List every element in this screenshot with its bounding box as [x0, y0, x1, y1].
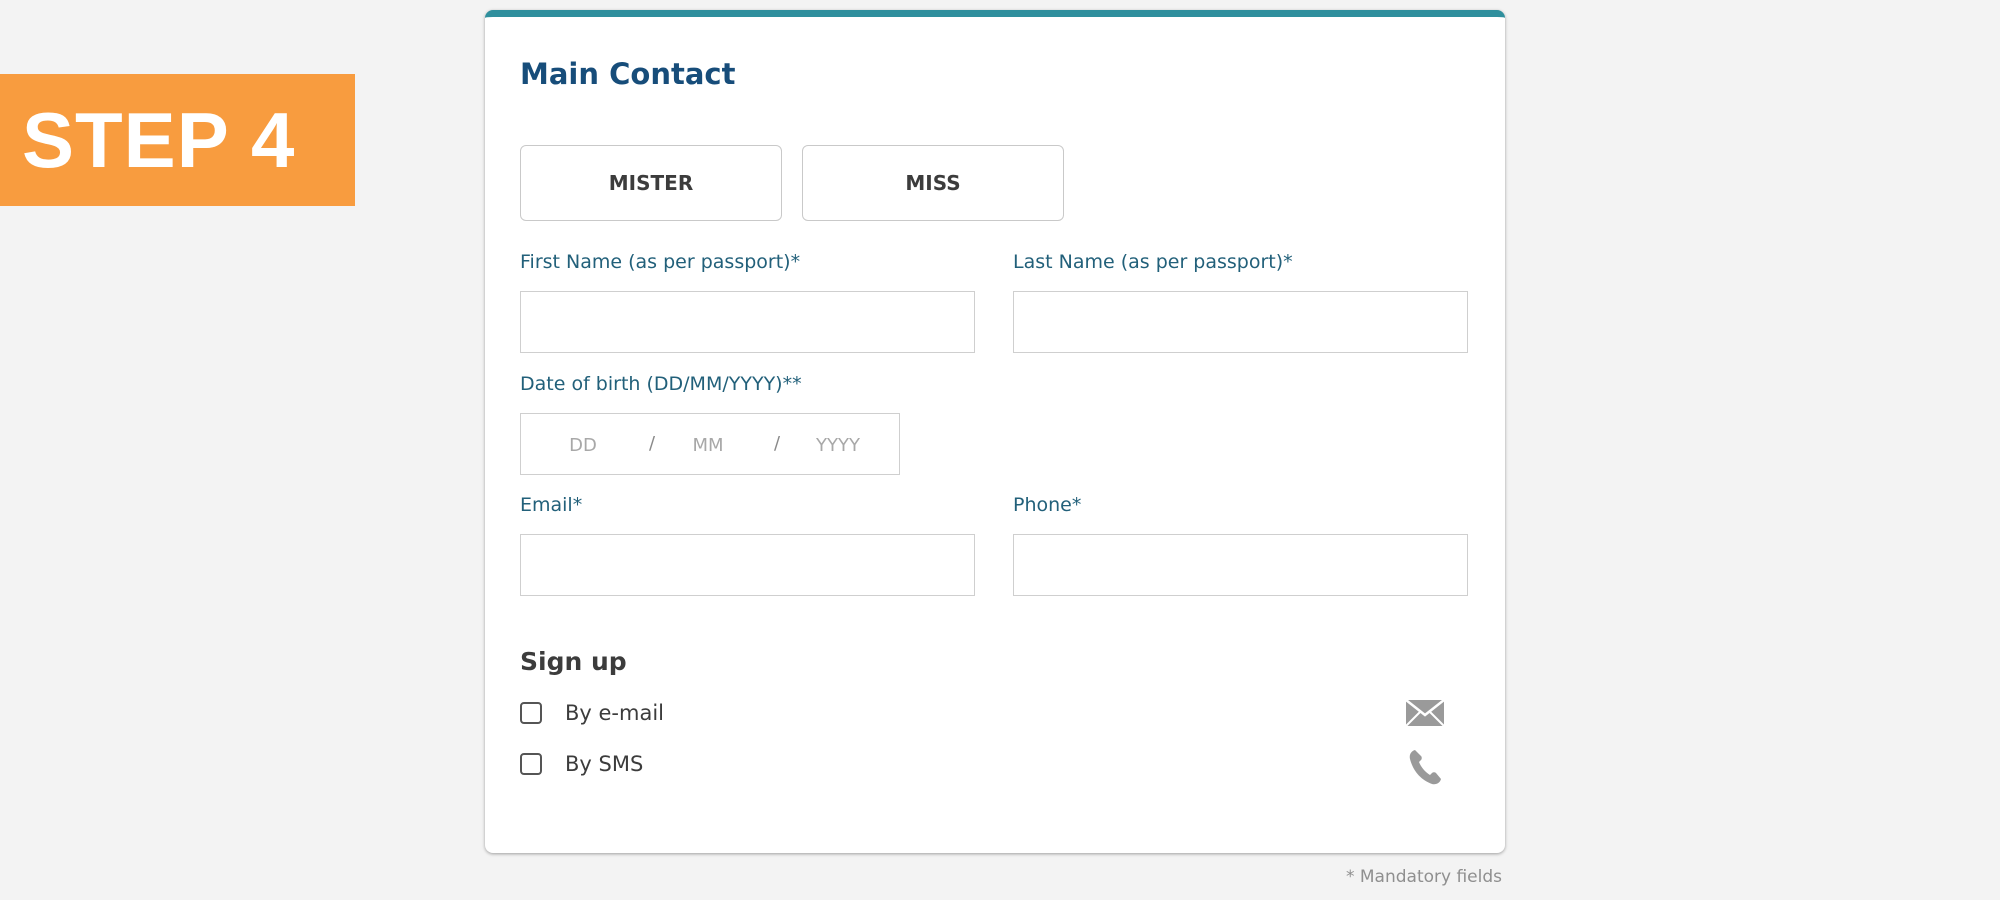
main-contact-card: Main Contact MISTER MISS First Name (as …: [485, 10, 1505, 853]
dob-day-input[interactable]: [541, 414, 625, 476]
signup-sms-option[interactable]: By SMS: [520, 749, 643, 779]
phone-icon: [1405, 747, 1445, 785]
dob-separator: /: [774, 433, 781, 454]
dob-month-input[interactable]: [666, 414, 750, 476]
signup-email-option[interactable]: By e-mail: [520, 698, 664, 728]
phone-label: Phone*: [1013, 494, 1082, 516]
first-name-input[interactable]: [520, 291, 975, 353]
email-checkbox-label: By e-mail: [565, 701, 665, 725]
mandatory-note: * Mandatory fields: [1345, 867, 1502, 887]
dob-field: / /: [520, 413, 900, 476]
phone-input[interactable]: [1013, 534, 1468, 596]
step-badge: STEP 4: [0, 74, 355, 206]
signup-title: Sign up: [520, 647, 627, 676]
envelope-icon: [1405, 697, 1445, 733]
dob-year-input[interactable]: [791, 414, 885, 476]
sms-checkbox[interactable]: [520, 753, 542, 775]
dob-separator: /: [649, 433, 656, 454]
mister-button[interactable]: MISTER: [520, 145, 782, 221]
email-label: Email*: [520, 494, 583, 516]
miss-button[interactable]: MISS: [802, 145, 1064, 221]
email-checkbox[interactable]: [520, 702, 542, 724]
dob-label: Date of birth (DD/MM/YYYY)**: [520, 373, 802, 395]
sms-checkbox-label: By SMS: [565, 752, 644, 776]
card-title: Main Contact: [520, 57, 736, 91]
email-input[interactable]: [520, 534, 975, 596]
last-name-input[interactable]: [1013, 291, 1468, 353]
first-name-label: First Name (as per passport)*: [520, 251, 801, 273]
last-name-label: Last Name (as per passport)*: [1013, 251, 1293, 273]
